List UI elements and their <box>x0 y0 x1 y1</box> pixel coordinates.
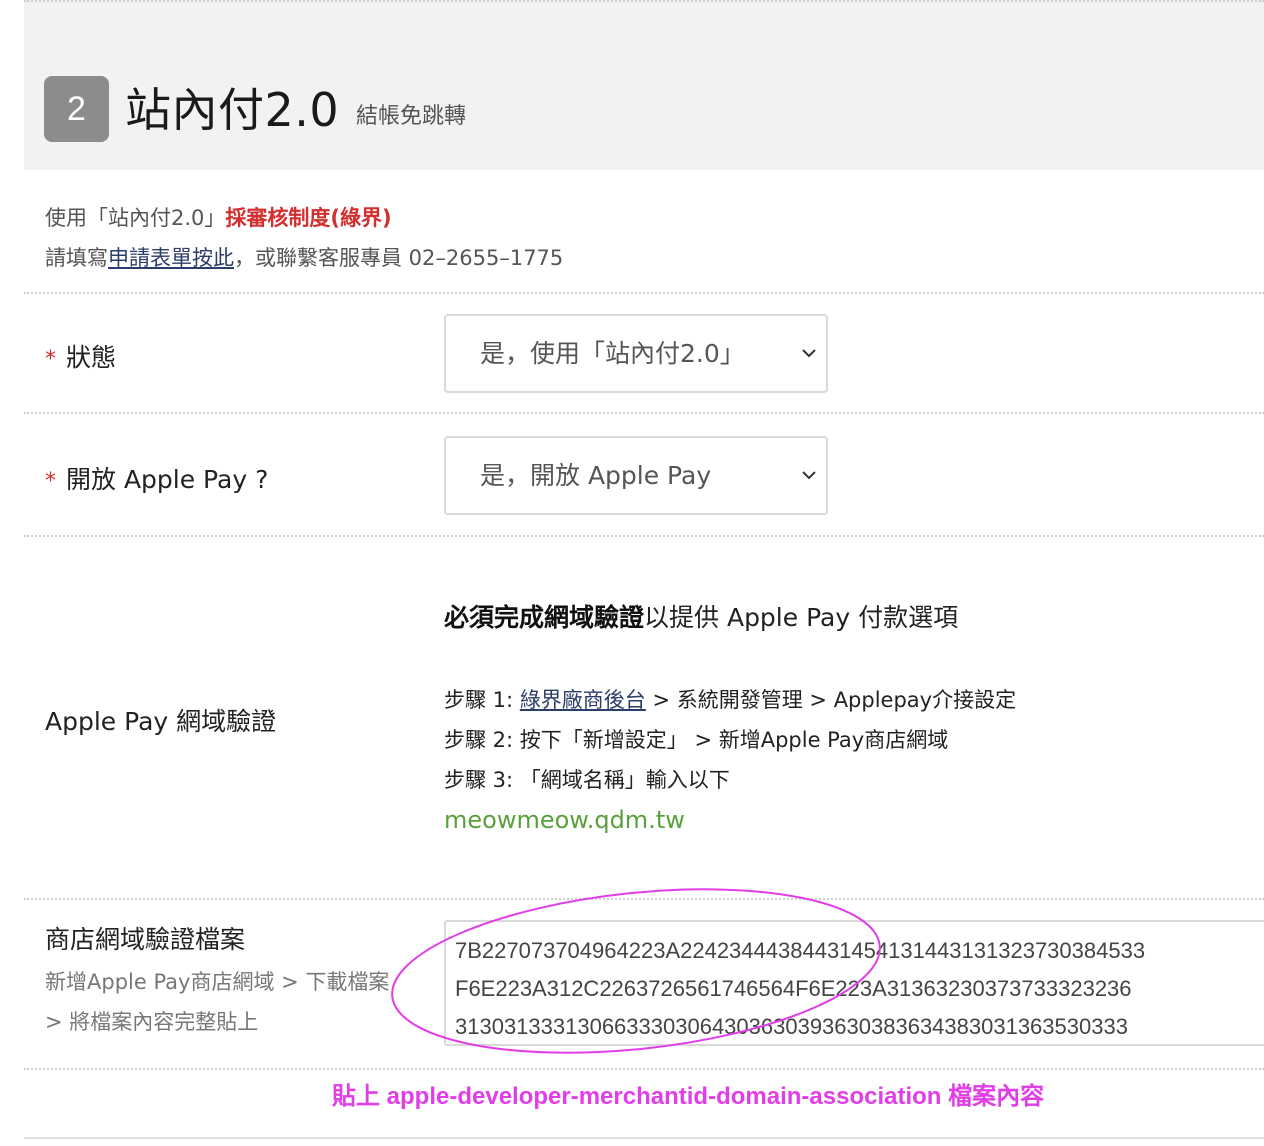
domain-verify-heading-bold: 必須完成網域驗證 <box>444 603 645 632</box>
status-select[interactable]: 是，使用「站內付2.0」 <box>444 314 828 393</box>
annotation-text: 貼上 apple-developer-merchantid-domain-ass… <box>332 1083 1045 1110</box>
step-1: 步驟 1: 綠界廠商後台 > 系統開發管理 > Applepay介接設定 <box>444 680 1016 720</box>
step-2: 步驟 2: 按下「新增設定」 > 新增Apple Pay商店網域 <box>444 728 949 752</box>
applepay-select-value: 是，開放 Apple Pay <box>480 461 712 490</box>
applepay-label-text: 開放 Apple Pay ? <box>66 465 269 494</box>
intro-fill-prefix: 請填寫 <box>45 246 108 270</box>
step-1-suffix: > 系統開發管理 > Applepay介接設定 <box>645 688 1017 712</box>
bottom-border <box>24 1137 1264 1139</box>
application-form-link[interactable]: 申請表單按此 <box>108 246 234 270</box>
domain-verify-heading-rest: 以提供 Apple Pay 付款選項 <box>644 603 959 632</box>
intro-line-2: 請填寫申請表單按此，或聯繫客服專員 02–2655–1775 <box>45 238 563 278</box>
status-label: * 狀態 <box>45 338 116 374</box>
contact-info: ，或聯繫客服專員 02–2655–1775 <box>234 246 564 270</box>
domain-verify-steps: 步驟 1: 綠界廠商後台 > 系統開發管理 > Applepay介接設定 步驟 … <box>444 680 1016 840</box>
store-file-label: 商店網域驗證檔案 <box>45 925 246 954</box>
intro-text: 使用「站內付2.0」採審核制度(綠界) 請填寫申請表單按此，或聯繫客服專員 02… <box>45 198 563 278</box>
applepay-label: * 開放 Apple Pay ? <box>45 460 268 496</box>
required-mark: * <box>45 469 56 494</box>
file-content-line: F6E223A312C2263726561746564F6E223A313632… <box>455 976 1132 1001</box>
section-title: 站內付2.0 <box>125 83 340 137</box>
divider <box>24 535 1264 537</box>
intro-line-1: 使用「站內付2.0」採審核制度(綠界) <box>45 198 563 238</box>
domain-verify-heading: 必須完成網域驗證以提供 Apple Pay 付款選項 <box>444 598 958 634</box>
left-gutter <box>0 0 24 1146</box>
status-select-value: 是，使用「站內付2.0」 <box>480 339 745 368</box>
divider <box>24 292 1264 294</box>
required-mark: * <box>45 347 56 372</box>
review-notice: 採審核制度(綠界) <box>225 206 392 230</box>
chevron-down-icon <box>802 471 816 480</box>
status-label-text: 狀態 <box>66 343 117 372</box>
divider <box>24 1068 1264 1070</box>
merchant-backend-link[interactable]: 綠界廠商後台 <box>520 688 646 712</box>
store-file-description: 新增Apple Pay商店網域 > 下載檔案 > 將檔案內容完整貼上 <box>45 970 390 1034</box>
file-content-line: 3130313331306633303064303630393630383634… <box>455 1014 1128 1039</box>
domain-verify-label: Apple Pay 網域驗證 <box>45 707 277 736</box>
step-badge: 2 <box>44 76 109 142</box>
divider <box>24 898 1264 900</box>
divider <box>24 412 1264 414</box>
step-1-prefix: 步驟 1: <box>444 688 520 712</box>
applepay-select[interactable]: 是，開放 Apple Pay <box>444 436 828 515</box>
intro-prefix: 使用「站內付2.0」 <box>45 206 226 230</box>
section-header: 2 站內付2.0 結帳免跳轉 <box>24 0 1264 170</box>
domain-name-value: meowmeow.qdm.tw <box>444 806 685 834</box>
step-3: 步驟 3: 「網域名稱」輸入以下 <box>444 768 730 792</box>
store-file-textarea[interactable]: 7B227073704964223A2242344438443145413144… <box>444 920 1264 1046</box>
file-content-line: 7B227073704964223A2242344438443145413144… <box>455 938 1146 963</box>
section-subtitle: 結帳免跳轉 <box>356 104 467 129</box>
chevron-down-icon <box>802 349 816 358</box>
